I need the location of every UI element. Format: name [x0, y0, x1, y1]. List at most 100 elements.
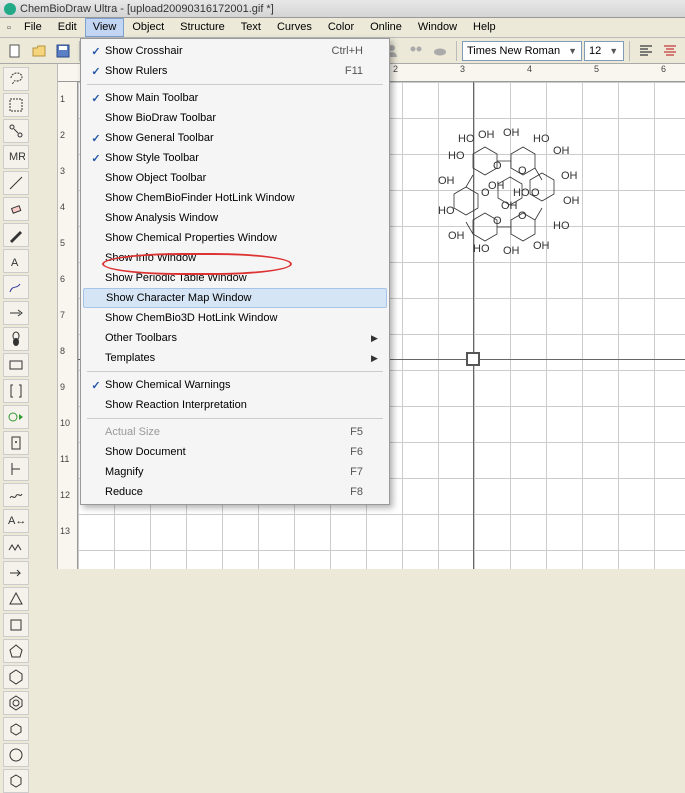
new-button[interactable] — [4, 40, 26, 62]
ruler-tick: 4 — [527, 64, 532, 74]
square-tool[interactable] — [3, 613, 29, 637]
check-icon: ✓ — [87, 92, 105, 105]
eraser-tool[interactable] — [3, 197, 29, 221]
menu-item-show-character-map-window[interactable]: Show Character Map Window — [83, 288, 387, 308]
menu-item-show-periodic-table-window[interactable]: Show Periodic Table Window — [83, 268, 387, 288]
ring-tool[interactable] — [3, 743, 29, 767]
text-tool[interactable]: A — [3, 249, 29, 273]
molecule-structure[interactable]: HOOHOHHOOH OHOHHOOHOH HOOHHOOHHO OOOOOO … — [403, 124, 623, 324]
menu-window[interactable]: Window — [410, 18, 465, 37]
structure-tool[interactable] — [3, 119, 29, 143]
triangle-tool[interactable] — [3, 587, 29, 611]
menu-item-show-main-toolbar[interactable]: ✓Show Main Toolbar — [83, 88, 387, 108]
menu-item-show-chemical-warnings[interactable]: ✓Show Chemical Warnings — [83, 375, 387, 395]
pentagon-tool[interactable] — [3, 639, 29, 663]
svg-text:HO: HO — [513, 187, 530, 199]
tlc-tool[interactable] — [3, 431, 29, 455]
selection-handle[interactable] — [466, 352, 480, 366]
pen-tool[interactable] — [3, 223, 29, 247]
ruler-tick: 4 — [60, 202, 65, 212]
ring2-tool[interactable] — [3, 769, 29, 793]
menu-shortcut: F7 — [350, 466, 371, 478]
menu-item-show-chemical-properties-window[interactable]: Show Chemical Properties Window — [83, 228, 387, 248]
ruler-tick: 10 — [60, 418, 70, 428]
menu-item-show-chembio3d-hotlink-window[interactable]: Show ChemBio3D HotLink Window — [83, 308, 387, 328]
align-center-button[interactable] — [659, 40, 681, 62]
menu-view[interactable]: View — [85, 18, 125, 37]
draw-tool[interactable] — [3, 275, 29, 299]
chain-tool[interactable] — [3, 535, 29, 559]
svg-text:O: O — [531, 187, 540, 199]
cloud-icon[interactable] — [429, 40, 451, 62]
svg-text:HO: HO — [473, 243, 490, 255]
menu-item-reduce[interactable]: ReduceF8 — [83, 482, 387, 502]
menu-item-show-object-toolbar[interactable]: Show Object Toolbar — [83, 168, 387, 188]
cyclohexane-tool[interactable] — [3, 717, 29, 741]
menu-help[interactable]: Help — [465, 18, 504, 37]
template-tool[interactable] — [3, 457, 29, 481]
menu-file[interactable]: File — [16, 18, 50, 37]
menu-item-show-crosshair[interactable]: ✓Show CrosshairCtrl+H — [83, 41, 387, 61]
mnova-tool[interactable]: MR — [3, 145, 29, 169]
arrow-tool[interactable] — [3, 301, 29, 325]
reaction-tool[interactable] — [3, 405, 29, 429]
menu-item-actual-size[interactable]: Actual SizeF5 — [83, 422, 387, 442]
menu-structure[interactable]: Structure — [172, 18, 233, 37]
menu-curves[interactable]: Curves — [269, 18, 320, 37]
menu-item-label: Show Character Map Window — [106, 292, 362, 304]
ruler-tick: 3 — [460, 64, 465, 74]
menu-item-show-analysis-window[interactable]: Show Analysis Window — [83, 208, 387, 228]
menu-item-label: Show ChemBio3D HotLink Window — [105, 312, 363, 324]
ruler-tick: 5 — [594, 64, 599, 74]
menu-item-show-chembiofinder-hotlink-window[interactable]: Show ChemBioFinder HotLink Window — [83, 188, 387, 208]
menu-item-label: Show BioDraw Toolbar — [105, 112, 363, 124]
hexagon-tool[interactable] — [3, 665, 29, 689]
bracket-tool[interactable] — [3, 379, 29, 403]
marquee-tool[interactable] — [3, 93, 29, 117]
svg-text:O: O — [493, 160, 502, 172]
save-button[interactable] — [52, 40, 74, 62]
menu-text[interactable]: Text — [233, 18, 269, 37]
menu-color[interactable]: Color — [320, 18, 362, 37]
font-size-select[interactable]: 12▼ — [584, 41, 624, 61]
shape-tool[interactable] — [3, 353, 29, 377]
bond-tool[interactable] — [3, 171, 29, 195]
dropdown-icon: ▼ — [568, 46, 577, 56]
menu-shortcut: F11 — [345, 65, 371, 77]
benzene-tool[interactable] — [3, 691, 29, 715]
svg-text:OH: OH — [501, 200, 518, 212]
menu-shortcut: F6 — [350, 446, 371, 458]
menu-item-show-info-window[interactable]: Show Info Window — [83, 248, 387, 268]
menu-edit[interactable]: Edit — [50, 18, 85, 37]
menu-item-other-toolbars[interactable]: Other Toolbars▶ — [83, 328, 387, 348]
group-icon[interactable] — [405, 40, 427, 62]
wavy-bond-tool[interactable] — [3, 483, 29, 507]
menu-item-show-reaction-interpretation[interactable]: Show Reaction Interpretation — [83, 395, 387, 415]
svg-text:OH: OH — [478, 129, 495, 141]
open-button[interactable] — [28, 40, 50, 62]
svg-text:HO: HO — [438, 205, 455, 217]
svg-text:O: O — [518, 165, 527, 177]
menu-item-show-document[interactable]: Show DocumentF6 — [83, 442, 387, 462]
svg-text:OH: OH — [438, 175, 455, 187]
align-left-button[interactable] — [635, 40, 657, 62]
check-icon: ✓ — [87, 152, 105, 165]
menu-item-show-general-toolbar[interactable]: ✓Show General Toolbar — [83, 128, 387, 148]
font-name-select[interactable]: Times New Roman▼ — [462, 41, 582, 61]
svg-text:MR: MR — [9, 151, 25, 163]
menu-item-show-rulers[interactable]: ✓Show RulersF11 — [83, 61, 387, 81]
lasso-tool[interactable] — [3, 67, 29, 91]
menu-shortcut: Ctrl+H — [332, 45, 371, 57]
menu-item-templates[interactable]: Templates▶ — [83, 348, 387, 368]
menu-item-show-biodraw-toolbar[interactable]: Show BioDraw Toolbar — [83, 108, 387, 128]
ruler-tick: 12 — [60, 490, 70, 500]
orbital-tool[interactable] — [3, 327, 29, 351]
menu-object[interactable]: Object — [124, 18, 172, 37]
menu-item-show-style-toolbar[interactable]: ✓Show Style Toolbar — [83, 148, 387, 168]
arrow2-tool[interactable] — [3, 561, 29, 585]
doc-icon: ▫ — [2, 18, 16, 37]
acyclic-tool[interactable]: A↔A — [3, 509, 29, 533]
menu-item-label: Show Style Toolbar — [105, 152, 363, 164]
menu-item-magnify[interactable]: MagnifyF7 — [83, 462, 387, 482]
menu-online[interactable]: Online — [362, 18, 410, 37]
